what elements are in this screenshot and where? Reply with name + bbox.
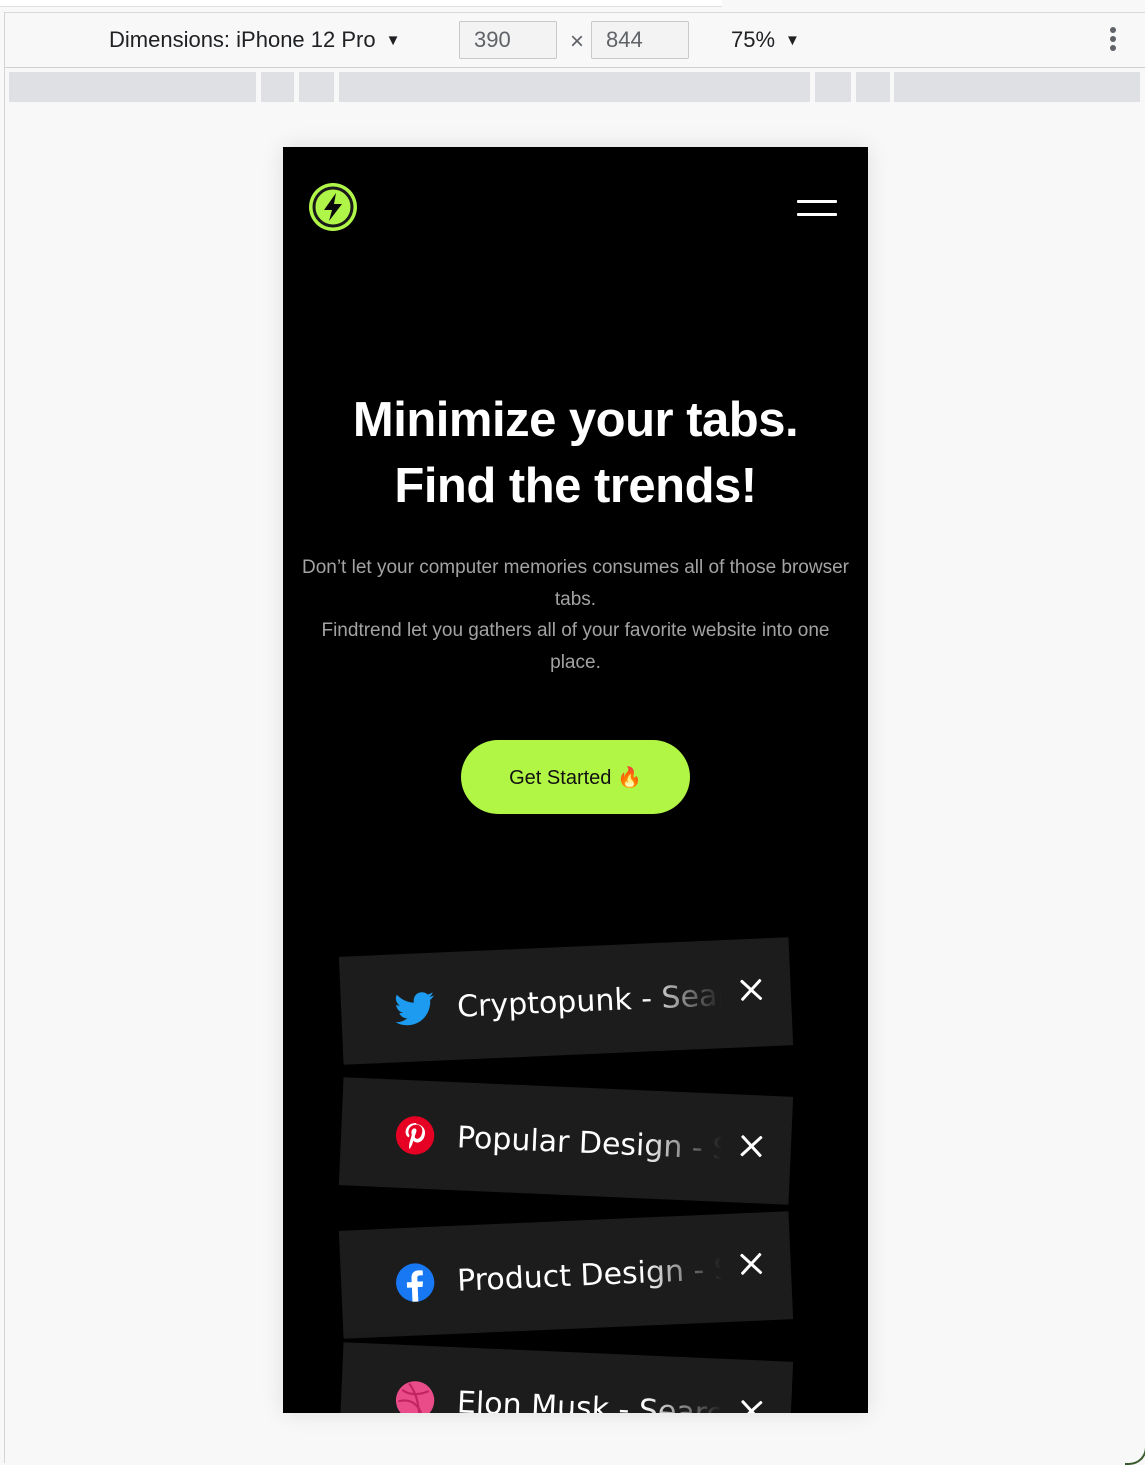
media-query-bar[interactable] [9, 72, 256, 102]
media-query-bar[interactable] [815, 72, 851, 102]
hero-title: Minimize your tabs. Find the trends! [283, 387, 868, 519]
zoom-label: 75% [731, 27, 776, 52]
window-left-border [4, 12, 5, 1463]
close-icon[interactable] [738, 976, 765, 1003]
device-toolbar: Dimensions: iPhone 12 Pro ▼ × 75% ▼ [5, 12, 1145, 68]
width-input[interactable] [459, 21, 557, 59]
browser-tab-card[interactable]: Elon Musk - Search [338, 1342, 794, 1413]
twitter-icon [395, 992, 434, 1026]
device-dimensions-label: Dimensions: iPhone 12 Pro [109, 27, 376, 52]
hero-title-line-1: Minimize your tabs. [352, 393, 799, 447]
tab-title: Elon Musk - Search [456, 1385, 723, 1413]
browser-tab-card[interactable]: Product Design - Search [338, 1211, 794, 1339]
lightning-bolt-icon[interactable] [309, 183, 357, 231]
media-query-bar[interactable] [856, 72, 890, 102]
window-resize-corner[interactable] [1125, 1443, 1145, 1465]
tab-title: Popular Design - Search [456, 1120, 723, 1170]
height-input[interactable] [591, 21, 689, 59]
browser-tab-card[interactable]: Cryptopunk - Search [338, 937, 794, 1065]
media-query-bar[interactable] [339, 72, 810, 102]
dribbble-icon [395, 1381, 435, 1413]
hero-description-line-2: Findtrend let you gathers all of your fa… [321, 620, 830, 673]
hero-description-line-1: Don’t let your computer memories consume… [301, 557, 849, 610]
get-started-button[interactable]: Get Started 🔥 [461, 740, 690, 814]
close-icon[interactable] [738, 1250, 765, 1277]
device-dimensions-dropdown[interactable]: Dimensions: iPhone 12 Pro ▼ [109, 27, 400, 53]
facebook-icon [396, 1263, 435, 1302]
media-query-bar[interactable] [299, 72, 334, 102]
pinterest-icon [395, 1116, 435, 1155]
vertical-ellipsis-icon[interactable] [1103, 27, 1123, 55]
browser-tab-card[interactable]: Popular Design - Search [338, 1077, 794, 1205]
zoom-dropdown[interactable]: 75% ▼ [731, 27, 800, 53]
hero-description: Don’t let your computer memories consume… [295, 552, 856, 678]
media-query-bar[interactable] [894, 72, 1140, 102]
hero-title-line-2: Find the trends! [394, 459, 757, 513]
close-icon[interactable] [738, 1133, 765, 1160]
chevron-down-icon: ▼ [385, 32, 401, 49]
media-query-bar[interactable] [261, 72, 294, 102]
close-icon[interactable] [738, 1398, 765, 1413]
window-top-edge [0, 0, 722, 7]
mobile-viewport: Minimize your tabs. Find the trends! Don… [283, 147, 868, 1413]
tab-title: Product Design - Search [456, 1250, 723, 1299]
chevron-down-icon: ▼ [785, 32, 800, 49]
times-icon: × [570, 28, 585, 55]
tab-title: Cryptopunk - Search [456, 976, 723, 1025]
hamburger-menu-icon[interactable] [795, 197, 839, 219]
